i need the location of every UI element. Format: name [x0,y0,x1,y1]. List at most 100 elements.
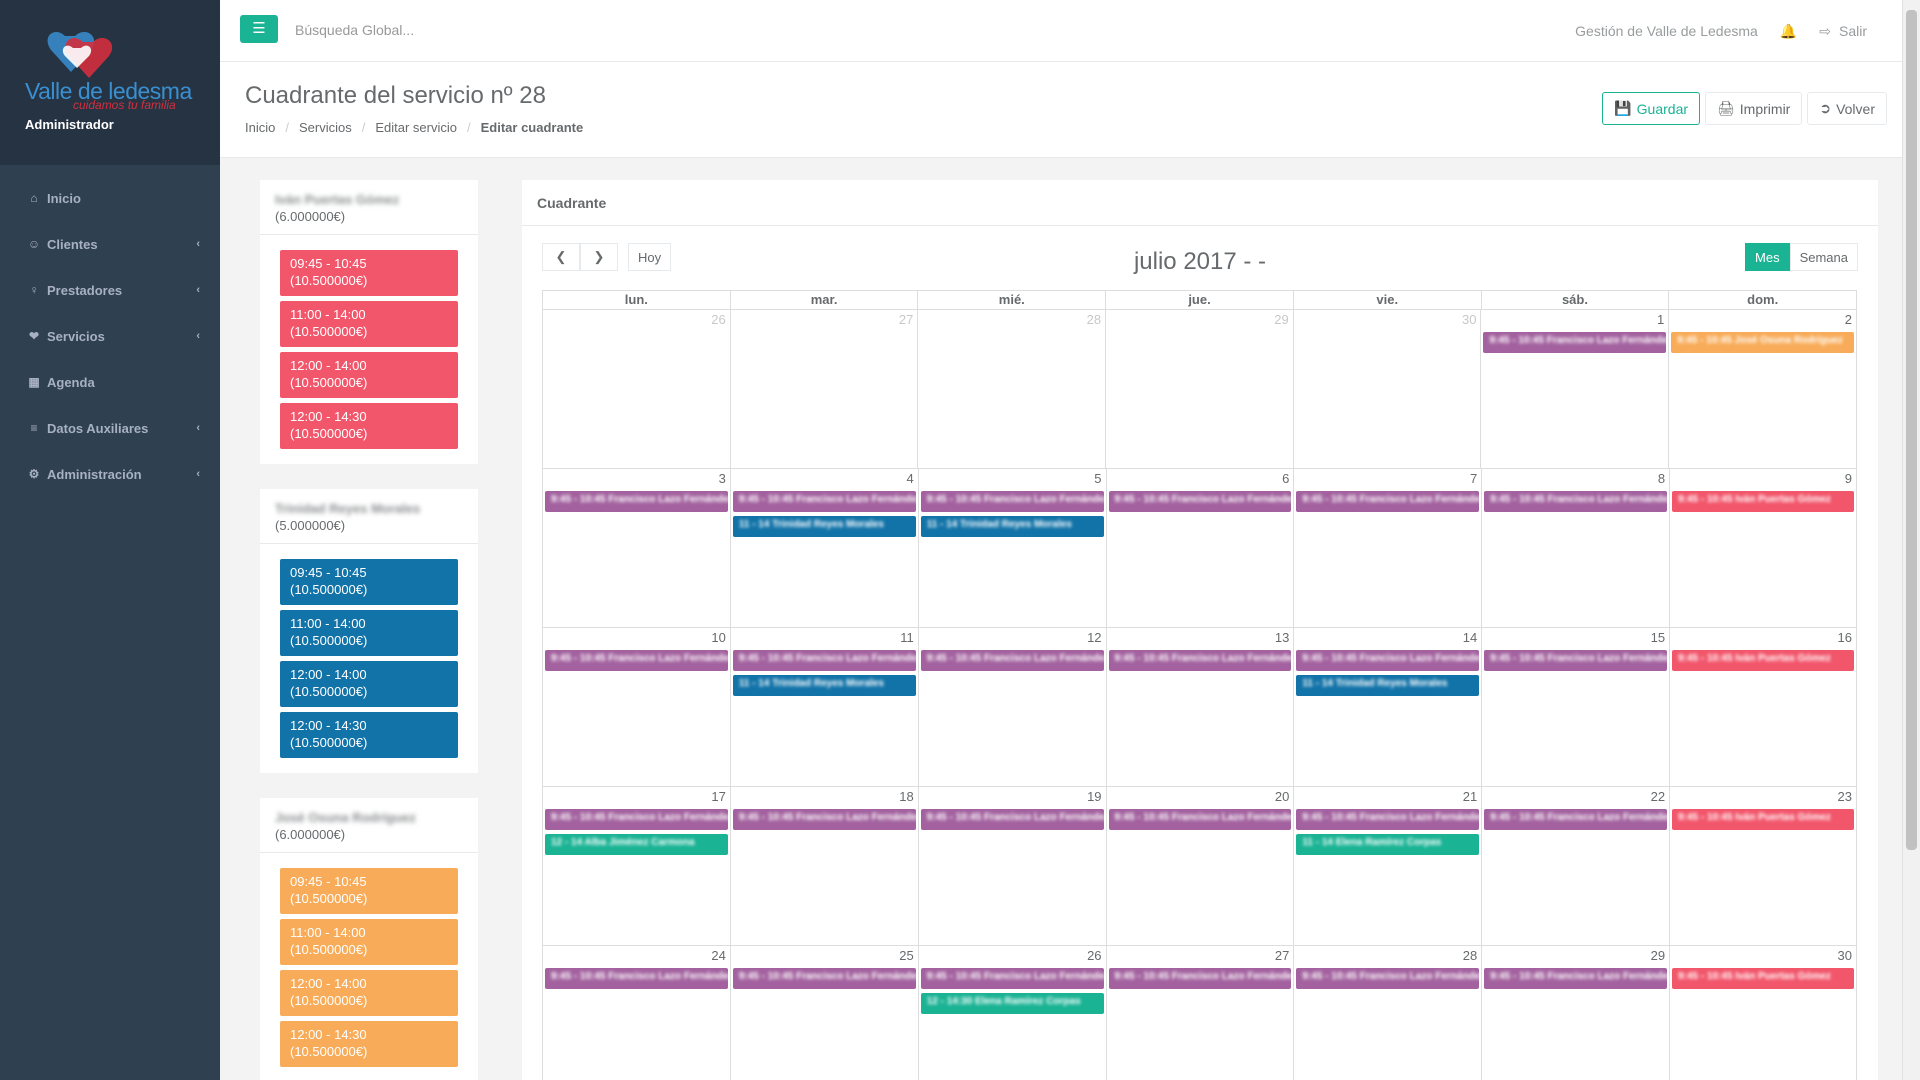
calendar-event[interactable]: 9:45 - 10:45 Francisco Lazo Fernández [920,809,1104,830]
calendar-event[interactable]: 9:45 - 10:45 Francisco Lazo Fernández [1108,650,1292,671]
shift-slot[interactable]: 11:00 - 14:00 (10.500000€) [280,301,458,347]
shift-slot[interactable]: 11:00 - 14:00 (10.500000€) [280,919,458,965]
shift-slot[interactable]: 12:00 - 14:00 (10.500000€) [280,970,458,1016]
calendar-event[interactable]: 9:45 - 10:45 Francisco Lazo Fernández [1484,650,1668,671]
calendar-day[interactable]: 27 [730,310,919,469]
calendar-event[interactable]: 9:45 - 10:45 Iván Puertas Gómez [1672,491,1854,512]
calendar-day[interactable]: 13 9:45 - 10:45 Francisco Lazo Fernández [1106,628,1295,787]
calendar-event[interactable]: 9:45 - 10:45 Francisco Lazo Fernández [732,650,916,671]
calendar-event[interactable]: 9:45 - 10:45 Francisco Lazo Fernández [1296,491,1480,512]
calendar-event[interactable]: 11 - 14 Trinidad Reyes Morales [920,516,1104,537]
calendar-day[interactable]: 2 9:45 - 10:45 José Osuna Rodríguez [1669,310,1857,469]
calendar-day[interactable]: 17 9:45 - 10:45 Francisco Lazo Fernández 1… [543,787,731,946]
shift-slot[interactable]: 12:00 - 14:00 (10.500000€) [280,661,458,707]
calendar-day[interactable]: 8 9:45 - 10:45 Francisco Lazo Fernández [1482,469,1671,628]
calendar-event[interactable]: 9:45 - 10:45 Francisco Lazo Fernández [545,650,728,671]
calendar-day[interactable]: 24 9:45 - 10:45 Francisco Lazo Fernández [543,946,731,1080]
page-scrollbar[interactable] [1902,0,1920,1080]
calendar-event[interactable]: 9:45 - 10:45 Francisco Lazo Fernández [1484,809,1668,830]
scrollbar-thumb[interactable] [1906,10,1917,850]
calendar-event[interactable]: 9:45 - 10:45 Francisco Lazo Fernández [732,968,916,989]
calendar-day[interactable]: 6 9:45 - 10:45 Francisco Lazo Fernández [1106,469,1295,628]
calendar-day[interactable]: 29 [1106,310,1294,469]
calendar-day[interactable]: 28 9:45 - 10:45 Francisco Lazo Fernández [1294,946,1483,1080]
shift-slot[interactable]: 12:00 - 14:30 (10.500000€) [280,403,458,449]
calendar-day[interactable]: 10 9:45 - 10:45 Francisco Lazo Fernández [543,628,731,787]
brand-logo[interactable]: Valle de ledesma cuidamos tu familia [25,28,195,113]
calendar-day[interactable]: 22 9:45 - 10:45 Francisco Lazo Fernández [1482,787,1671,946]
calendar-day[interactable]: 5 9:45 - 10:45 Francisco Lazo Fernández 11… [918,469,1107,628]
shift-slot[interactable]: 12:00 - 14:00 (10.500000€) [280,352,458,398]
calendar-day[interactable]: 18 9:45 - 10:45 Francisco Lazo Fernández [730,787,919,946]
shift-slot[interactable]: 09:45 - 10:45 (10.500000€) [280,250,458,296]
menu-toggle-button[interactable]: ☰ [240,15,278,43]
calendar-day[interactable]: 27 9:45 - 10:45 Francisco Lazo Fernández [1107,946,1295,1080]
save-button[interactable]: 💾 Guardar [1602,92,1701,125]
calendar-day[interactable]: 29 9:45 - 10:45 Francisco Lazo Fernández [1482,946,1671,1080]
calendar-event[interactable]: 11 - 14 Trinidad Reyes Morales [1296,675,1480,696]
calendar-event[interactable]: 9:45 - 10:45 Francisco Lazo Fernández [545,491,728,512]
month-view-button[interactable]: Mes [1745,243,1790,271]
calendar-event[interactable]: 9:45 - 10:45 Francisco Lazo Fernández [732,491,916,512]
calendar-event[interactable]: 11 - 14 Elena Ramírez Corpas [1296,834,1480,855]
calendar-event[interactable]: 9:45 - 10:45 Iván Puertas Gómez [1672,650,1854,671]
shift-slot[interactable]: 11:00 - 14:00 (10.500000€) [280,610,458,656]
calendar-day[interactable]: 21 9:45 - 10:45 Francisco Lazo Fernández 1… [1294,787,1483,946]
calendar-event[interactable]: 9:45 - 10:45 Francisco Lazo Fernández [1296,968,1480,989]
shift-slot[interactable]: 09:45 - 10:45 (10.500000€) [280,868,458,914]
calendar-day[interactable]: 28 [918,310,1107,469]
shift-slot[interactable]: 12:00 - 14:30 (10.500000€) [280,1021,458,1067]
calendar-event[interactable]: 9:45 - 10:45 Francisco Lazo Fernández [1484,491,1668,512]
calendar-day[interactable]: 23 9:45 - 10:45 Iván Puertas Gómez [1670,787,1857,946]
breadcrumb-inicio[interactable]: Inicio [245,120,275,135]
calendar-event[interactable]: 9:45 - 10:45 Iván Puertas Gómez [1672,968,1854,989]
sidebar-item-servicios[interactable]: ❤ Servicios ‹ [0,313,220,359]
calendar-event[interactable]: 12 - 14:30 Elena Ramírez Corpas [920,993,1104,1014]
calendar-day[interactable]: 15 9:45 - 10:45 Francisco Lazo Fernández [1482,628,1671,787]
sidebar-item-agenda[interactable]: ▦ Agenda [0,359,220,405]
bell-icon[interactable]: 🔔 [1780,23,1797,40]
sidebar-item-prestadores[interactable]: ♀ Prestadores ‹ [0,267,220,313]
calendar-event[interactable]: 9:45 - 10:45 Francisco Lazo Fernández [1483,332,1667,353]
sidebar-item-inicio[interactable]: ⌂ Inicio [0,175,220,221]
calendar-day[interactable]: 12 9:45 - 10:45 Francisco Lazo Fernández [918,628,1107,787]
calendar-event[interactable]: 9:45 - 10:45 Francisco Lazo Fernández [545,809,728,830]
calendar-day[interactable]: 25 9:45 - 10:45 Francisco Lazo Fernández [731,946,919,1080]
calendar-event[interactable]: 9:45 - 10:45 Francisco Lazo Fernández [1108,491,1292,512]
calendar-event[interactable]: 9:45 - 10:45 Francisco Lazo Fernández [1296,809,1480,830]
calendar-event[interactable]: 9:45 - 10:45 Francisco Lazo Fernández [920,491,1104,512]
calendar-day[interactable]: 9 9:45 - 10:45 Iván Puertas Gómez [1670,469,1857,628]
calendar-day[interactable]: 4 9:45 - 10:45 Francisco Lazo Fernández 11… [730,469,919,628]
calendar-day[interactable]: 7 9:45 - 10:45 Francisco Lazo Fernández [1294,469,1483,628]
calendar-day[interactable]: 3 9:45 - 10:45 Francisco Lazo Fernández [543,469,731,628]
calendar-event[interactable]: 9:45 - 10:45 Francisco Lazo Fernández [1484,968,1668,989]
calendar-event[interactable]: 9:45 - 10:45 Francisco Lazo Fernández [920,650,1104,671]
sidebar-item-clientes[interactable]: ☺ Clientes ‹ [0,221,220,267]
calendar-day[interactable]: 1 9:45 - 10:45 Francisco Lazo Fernández [1481,310,1670,469]
calendar-day[interactable]: 19 9:45 - 10:45 Francisco Lazo Fernández [918,787,1107,946]
shift-slot[interactable]: 12:00 - 14:30 (10.500000€) [280,712,458,758]
calendar-day[interactable]: 20 9:45 - 10:45 Francisco Lazo Fernández [1106,787,1295,946]
calendar-event[interactable]: 9:45 - 10:45 Francisco Lazo Fernández [1296,650,1480,671]
calendar-day[interactable]: 16 9:45 - 10:45 Iván Puertas Gómez [1670,628,1857,787]
calendar-day[interactable]: 26 [543,310,731,469]
calendar-day[interactable]: 30 9:45 - 10:45 Iván Puertas Gómez [1670,946,1857,1080]
back-button[interactable]: ➲ Volver [1807,92,1887,125]
calendar-event[interactable]: 12 - 14 Alba Jiménez Carmona [545,834,728,855]
print-button[interactable]: 🖨 Imprimir [1705,92,1803,125]
calendar-event[interactable]: 11 - 14 Trinidad Reyes Morales [732,516,916,537]
calendar-day[interactable]: 30 [1293,310,1482,469]
calendar-event[interactable]: 9:45 - 10:45 Francisco Lazo Fernández [1108,809,1292,830]
calendar-event[interactable]: 9:45 - 10:45 Francisco Lazo Fernández [545,968,728,989]
sidebar-item-administracion[interactable]: ⚙ Administración ‹ [0,451,220,497]
shift-slot[interactable]: 09:45 - 10:45 (10.500000€) [280,559,458,605]
calendar-event[interactable]: 9:45 - 10:45 Francisco Lazo Fernández [920,968,1104,989]
calendar-day[interactable]: 14 9:45 - 10:45 Francisco Lazo Fernández 1… [1294,628,1483,787]
calendar-day[interactable]: 11 9:45 - 10:45 Francisco Lazo Fernández 1… [730,628,919,787]
sidebar-item-datos-auxiliares[interactable]: ≡ Datos Auxiliares ‹ [0,405,220,451]
calendar-event[interactable]: 9:45 - 10:45 Francisco Lazo Fernández [1108,968,1292,989]
breadcrumb-editar-servicio[interactable]: Editar servicio [375,120,457,135]
week-view-button[interactable]: Semana [1789,243,1858,271]
calendar-event[interactable]: 9:45 - 10:45 Francisco Lazo Fernández [732,809,916,830]
global-search-input[interactable] [290,12,650,48]
